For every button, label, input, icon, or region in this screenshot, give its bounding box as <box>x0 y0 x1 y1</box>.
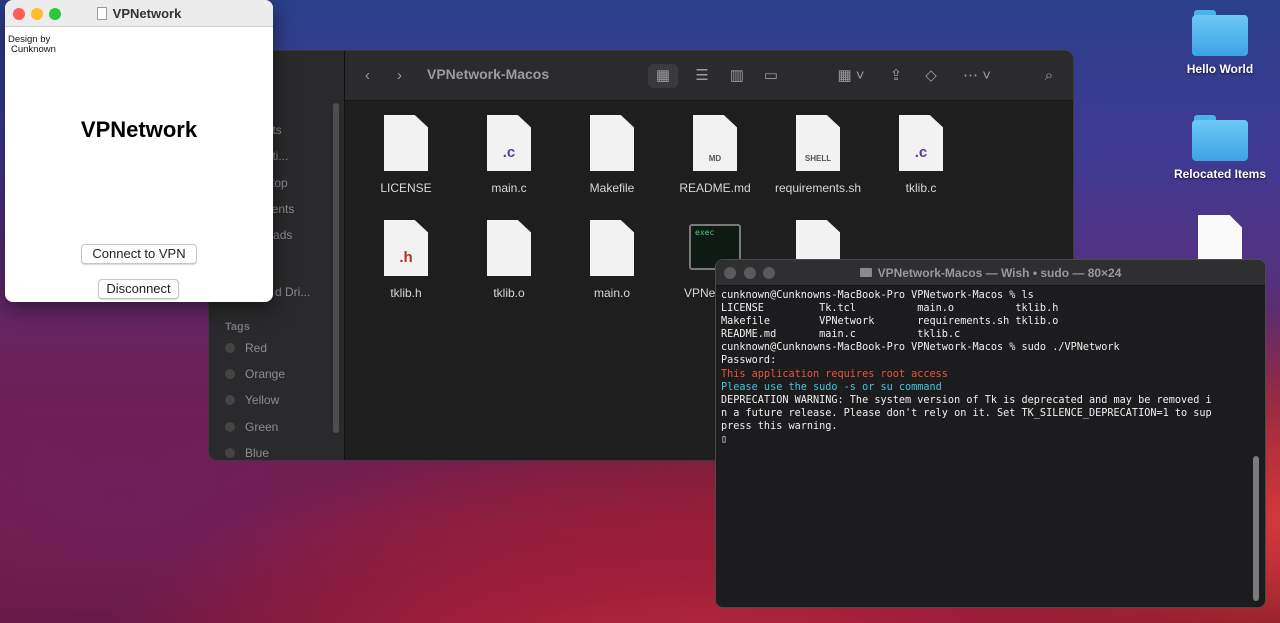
column-view-icon[interactable]: ▥ <box>723 64 751 88</box>
text-file-icon <box>384 115 428 171</box>
tag-dot-icon <box>225 422 235 432</box>
file-item-makefile[interactable]: Makefile <box>567 115 657 195</box>
disconnect-button[interactable]: Disconnect <box>98 279 179 299</box>
finder-toolbar: ‹ › VPNetwork-Macos ▦ ☰ ▥ ▭ ▦ ˅ ⇪ ◇ ⋯ ˅ … <box>345 51 1073 101</box>
object-file-icon <box>487 220 531 276</box>
terminal-titlebar: VPNetwork-Macos — Wish • sudo — 80×24 <box>716 260 1265 286</box>
tag-item-blue[interactable]: Blue <box>225 446 269 460</box>
terminal-line: Makefile VPNetwork requirements.sh tklib… <box>721 316 1059 328</box>
sidebar-item[interactable]: top <box>271 176 288 190</box>
more-actions-icon[interactable]: ⋯ ˅ <box>957 64 997 88</box>
design-credit: Design by Cunknown <box>8 35 56 55</box>
file-item-main-o[interactable]: main.o <box>567 220 657 300</box>
file-item-tklib-c[interactable]: .c tklib.c <box>876 115 966 195</box>
vpnetwork-app-window: VPNetwork Design by Cunknown VPNetwork C… <box>5 0 273 302</box>
tag-icon[interactable]: ◇ <box>920 64 942 88</box>
tag-dot-icon <box>225 343 235 353</box>
terminal-error-line: This application requires root access <box>721 368 948 380</box>
desktop-folder-hello-world[interactable]: Hello World <box>1165 10 1275 76</box>
connect-vpn-button[interactable]: Connect to VPN <box>81 244 197 264</box>
app-heading: VPNetwork <box>80 117 198 142</box>
terminal-title: VPNetwork-Macos — Wish • sudo — 80×24 <box>716 266 1265 280</box>
file-item-readme[interactable]: MD README.md <box>670 115 760 195</box>
file-label: requirements.sh <box>774 181 862 195</box>
tag-dot-icon <box>225 395 235 405</box>
terminal-line: n a future release. Please don't rely on… <box>721 407 1212 419</box>
icon-view-icon[interactable]: ▦ <box>648 64 678 88</box>
gallery-view-icon[interactable]: ▭ <box>757 64 785 88</box>
text-file-icon <box>590 115 634 171</box>
file-label: README.md <box>679 181 751 195</box>
file-item-requirements-sh[interactable]: SHELL requirements.sh <box>773 115 863 195</box>
file-label: LICENSE <box>380 181 432 195</box>
terminal-line: DEPRECATION WARNING: The system version … <box>721 394 1212 406</box>
tag-item-red[interactable]: Red <box>225 341 267 355</box>
file-label: main.c <box>491 181 527 195</box>
terminal-line: README.md main.c tklib.c <box>721 329 961 341</box>
group-icon[interactable]: ▦ ˅ <box>831 64 871 88</box>
search-icon[interactable]: ⌕ <box>1037 64 1061 88</box>
tag-dot-icon <box>225 369 235 379</box>
terminal-output[interactable]: cunknown@Cunknowns-MacBook-Pro VPNetwork… <box>721 289 1212 446</box>
sidebar-item[interactable]: d Dri... <box>275 285 310 299</box>
terminal-info-line: Please use the sudo -s or su command <box>721 381 942 393</box>
c-source-file-icon: .c <box>899 115 943 171</box>
file-item-main-c[interactable]: .c main.c <box>464 115 554 195</box>
c-source-file-icon: .c <box>487 115 531 171</box>
c-header-file-icon: .h <box>384 220 428 276</box>
tag-item-green[interactable]: Green <box>225 420 278 434</box>
vpn-window-title: VPNetwork <box>5 6 273 21</box>
terminal-line: cunknown@Cunknowns-MacBook-Pro VPNetwork… <box>721 342 1120 354</box>
file-item-tklib-o[interactable]: tklib.o <box>464 220 554 300</box>
file-label: Makefile <box>589 181 635 195</box>
markdown-file-icon: MD <box>693 115 737 171</box>
tags-header: Tags <box>225 321 250 333</box>
share-icon[interactable]: ⇪ <box>885 64 907 88</box>
file-label: main.o <box>593 286 631 300</box>
terminal-scrollbar-thumb[interactable] <box>1253 456 1259 601</box>
desktop-folder-relocated-items[interactable]: Relocated Items <box>1165 115 1275 181</box>
desktop-icon-label: Hello World <box>1186 62 1254 76</box>
folder-icon <box>859 268 872 277</box>
desktop-icon-label: Relocated Items <box>1173 167 1267 181</box>
terminal-line: LICENSE Tk.tcl main.o tklib.h <box>721 303 1059 315</box>
file-label: tklib.c <box>905 181 937 195</box>
vpn-titlebar: VPNetwork <box>5 0 273 27</box>
file-label: tklib.o <box>493 286 525 300</box>
file-item-tklib-h[interactable]: .h tklib.h <box>361 220 451 300</box>
terminal-cursor: ▯ <box>721 434 728 446</box>
file-item-license[interactable]: LICENSE <box>361 115 451 195</box>
folder-icon <box>1192 115 1248 161</box>
document-icon <box>96 7 107 20</box>
tag-item-orange[interactable]: Orange <box>225 367 285 381</box>
terminal-line: press this warning. <box>721 420 838 432</box>
object-file-icon <box>590 220 634 276</box>
shell-script-icon: SHELL <box>796 115 840 171</box>
file-label: tklib.h <box>390 286 422 300</box>
terminal-window: VPNetwork-Macos — Wish • sudo — 80×24 cu… <box>715 259 1266 608</box>
sidebar-scrollbar[interactable] <box>333 103 339 433</box>
tag-item-yellow[interactable]: Yellow <box>225 393 279 407</box>
list-view-icon[interactable]: ☰ <box>688 64 716 88</box>
design-credit-line2: Cunknown <box>11 44 56 55</box>
back-icon[interactable]: ‹ <box>365 64 370 88</box>
terminal-line: cunknown@Cunknowns-MacBook-Pro VPNetwork… <box>721 290 1034 301</box>
terminal-line: Password: <box>721 355 777 367</box>
finder-title: VPNetwork-Macos <box>427 66 550 82</box>
tag-dot-icon <box>225 448 235 458</box>
folder-icon <box>1192 10 1248 56</box>
forward-icon[interactable]: › <box>397 64 402 88</box>
